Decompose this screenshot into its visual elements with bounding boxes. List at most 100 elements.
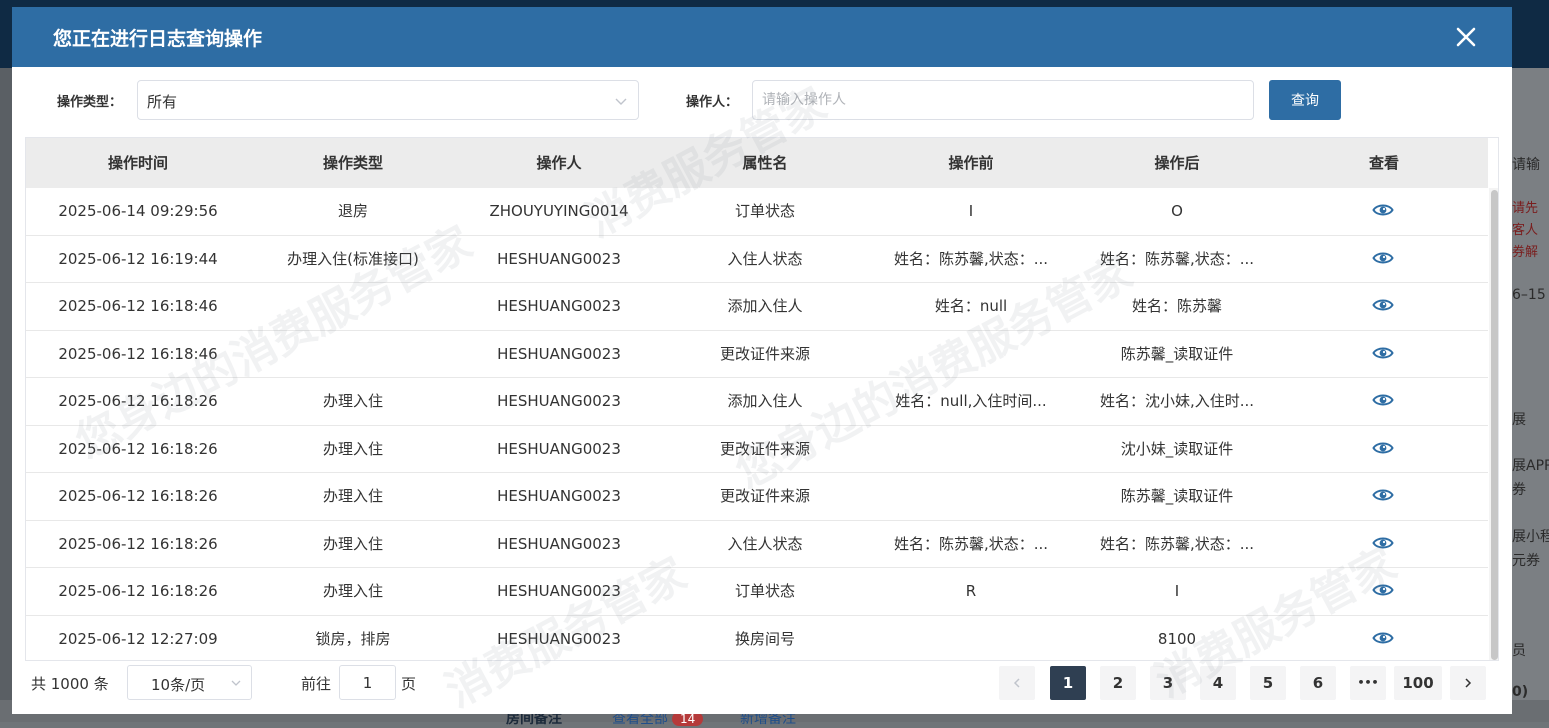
chevron-down-icon <box>230 677 242 693</box>
eye-icon[interactable] <box>1372 439 1394 457</box>
log-table: 操作时间 操作类型 操作人 属性名 操作前 操作后 查看 2025-06-14 … <box>25 137 1499 661</box>
cell-attribute: 添加入住人 <box>727 297 803 315</box>
cell-operator: HESHUANG0023 <box>497 297 621 315</box>
background-text: 元券 <box>1512 553 1540 569</box>
eye-icon[interactable] <box>1372 629 1394 647</box>
page-button-4[interactable]: 4 <box>1200 666 1236 700</box>
page-button-last[interactable]: 100 <box>1394 666 1442 700</box>
goto-label: 前往 <box>301 675 332 693</box>
background-text: 请输 <box>1512 157 1540 173</box>
query-button[interactable]: 查询 <box>1269 80 1341 120</box>
table-row: 2025-06-12 12:27:09 锁房，排房 HESHUANG0023 换房间号… <box>26 616 1488 661</box>
table-header: 操作时间 操作类型 操作人 属性名 操作前 操作后 查看 <box>26 138 1488 188</box>
header-view: 查看 <box>1368 154 1399 172</box>
table-row: 2025-06-12 16:18:26 办理入住 HESHUANG0023 更改证件来… <box>26 473 1488 521</box>
background-text: 券 <box>1512 482 1526 498</box>
background-text: 展小程 <box>1512 529 1549 545</box>
dialog-header: 您正在进行日志查询操作 <box>12 7 1512 67</box>
page-button-6[interactable]: 6 <box>1300 666 1336 700</box>
table-row: 2025-06-12 16:18:26 办理入住 HESHUANG0023 入住人状态… <box>26 521 1488 568</box>
cell-time: 2025-06-12 12:27:09 <box>58 629 218 648</box>
cell-time: 2025-06-12 16:18:46 <box>58 297 218 315</box>
operator-label: 操作人： <box>686 95 739 110</box>
table-body: 2025-06-14 09:29:56 退房 ZHOUYUYING0014 订单状态 I… <box>26 188 1488 661</box>
cell-after: 陈苏馨_读取证件 <box>1120 344 1234 363</box>
cell-before <box>868 331 1074 378</box>
eye-icon[interactable] <box>1372 534 1394 552</box>
eye-icon[interactable] <box>1372 344 1394 362</box>
cell-after: 沈小妹_读取证件 <box>1120 439 1234 458</box>
close-icon[interactable] <box>1448 19 1484 55</box>
eye-icon[interactable] <box>1372 296 1394 314</box>
cell-operator: HESHUANG0023 <box>497 629 621 648</box>
dialog-title: 您正在进行日志查询操作 <box>53 28 263 50</box>
page-button-5[interactable]: 5 <box>1250 666 1286 700</box>
background-text: 6–15 <box>1512 287 1546 303</box>
more-pages-button[interactable]: ••• <box>1350 666 1386 700</box>
cell-after: 姓名：沈小妹,入住时... <box>1099 392 1255 410</box>
background-text: 展 <box>1512 412 1526 428</box>
cell-time: 2025-06-12 16:18:26 <box>58 392 218 410</box>
pagination-total: 共 1000 条 <box>31 675 109 693</box>
cell-attribute: 换房间号 <box>734 629 795 648</box>
header-type: 操作类型 <box>322 154 383 172</box>
cell-type: 办理入住 <box>322 487 383 505</box>
cell-after: 8100 <box>1157 629 1197 648</box>
cell-before: 姓名：陈苏馨,状态：... <box>893 249 1049 268</box>
cell-after: 姓名：陈苏馨,状态：... <box>1099 249 1255 268</box>
operator-input[interactable] <box>752 80 1254 120</box>
page-size-value: 10条/页 <box>151 676 206 694</box>
page-size-select[interactable]: 10条/页 <box>127 665 252 700</box>
eye-icon[interactable] <box>1372 249 1394 267</box>
cell-type: 退房 <box>337 202 368 220</box>
page-button-2[interactable]: 2 <box>1100 666 1136 700</box>
operation-type-select[interactable]: 所有 <box>137 80 639 120</box>
cell-before <box>868 426 1074 473</box>
cell-before: 姓名：null <box>934 297 1008 315</box>
operation-type-label: 操作类型： <box>57 95 123 110</box>
goto-page-input[interactable] <box>339 665 396 700</box>
cell-attribute: 添加入住人 <box>727 392 803 410</box>
cell-time: 2025-06-12 16:18:26 <box>58 582 218 600</box>
chevron-down-icon <box>614 94 628 112</box>
cell-before: 姓名：null,入住时间... <box>895 392 1047 410</box>
cell-attribute: 订单状态 <box>734 582 795 600</box>
cell-operator: HESHUANG0023 <box>497 439 621 458</box>
badge: 14 <box>672 712 704 726</box>
prev-page-button[interactable] <box>999 666 1035 700</box>
cell-attribute: 更改证件来源 <box>719 439 810 458</box>
cell-time: 2025-06-12 16:18:26 <box>58 534 218 553</box>
log-query-dialog: 您正在进行日志查询操作 操作类型： 所有 操作人： 查询 操作时间 操作类型 操… <box>12 7 1512 717</box>
header-time: 操作时间 <box>107 154 168 172</box>
eye-icon[interactable] <box>1372 391 1394 409</box>
cell-operator: HESHUANG0023 <box>497 344 621 363</box>
cell-type: 办理入住 <box>322 534 383 553</box>
page-label: 页 <box>401 675 417 693</box>
cell-after: 姓名：陈苏馨 <box>1131 297 1222 315</box>
cell-type: 办理入住 <box>322 439 383 458</box>
cell-attribute: 入住人状态 <box>727 534 803 553</box>
table-row: 2025-06-14 09:29:56 退房 ZHOUYUYING0014 订单状态 I… <box>26 188 1488 236</box>
cell-type: 办理入住 <box>322 582 383 600</box>
page-button-1[interactable]: 1 <box>1050 666 1086 700</box>
cell-before: I <box>968 202 974 220</box>
table-row: 2025-06-12 16:18:46 HESHUANG0023 添加入住人 姓名：n… <box>26 283 1488 331</box>
eye-icon[interactable] <box>1372 581 1394 599</box>
background-text: 券解 <box>1512 245 1539 260</box>
cell-time: 2025-06-12 16:18:46 <box>58 344 218 363</box>
table-scrollbar[interactable] <box>1489 188 1498 660</box>
header-attribute: 属性名 <box>742 154 788 172</box>
cell-time: 2025-06-12 16:19:44 <box>58 249 218 268</box>
scrollbar-thumb[interactable] <box>1491 190 1498 660</box>
cell-after: 陈苏馨_读取证件 <box>1120 487 1234 505</box>
background-text: 请先 <box>1512 201 1539 216</box>
next-page-button[interactable] <box>1450 666 1486 700</box>
cell-type: 办理入住 <box>322 392 383 410</box>
table-row: 2025-06-12 16:18:26 办理入住 HESHUANG0023 订单状态 R… <box>26 568 1488 616</box>
cell-operator: HESHUANG0023 <box>497 582 621 600</box>
eye-icon[interactable] <box>1372 201 1394 219</box>
eye-icon[interactable] <box>1372 486 1394 504</box>
cell-before <box>868 473 1074 520</box>
page-button-3[interactable]: 3 <box>1150 666 1186 700</box>
header-after: 操作后 <box>1154 154 1200 172</box>
